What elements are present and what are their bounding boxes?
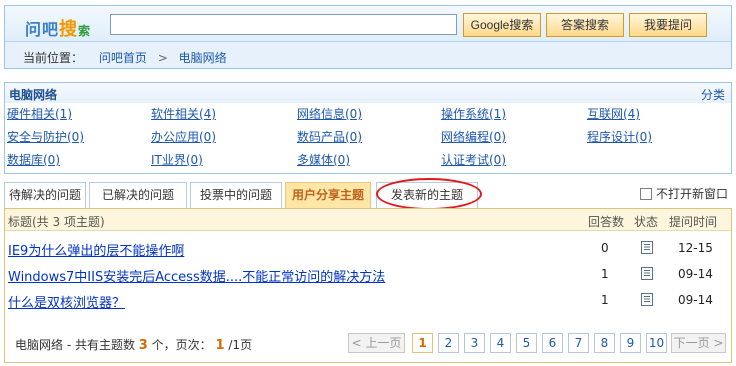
page-number-button[interactable]: 2 xyxy=(438,333,459,353)
page-number-button[interactable]: 6 xyxy=(542,333,563,353)
prev-page-button[interactable]: < 上一页 xyxy=(348,333,405,353)
category-link[interactable]: 硬件相关(1) xyxy=(7,105,72,122)
column-title: 标题(共 3 项主题) xyxy=(8,215,105,229)
reply-count: 1 xyxy=(601,267,609,281)
page-number-button[interactable]: 5 xyxy=(516,333,537,353)
no-new-window-option[interactable]: 不打开新窗口 xyxy=(639,185,728,202)
logo-text-b: 搜 xyxy=(59,19,79,40)
answer-search-button[interactable]: 答案搜索 xyxy=(546,13,624,37)
ask-question-button[interactable]: 我要提问 xyxy=(629,13,707,37)
column-time: 提问时间 xyxy=(669,215,718,229)
question-time: 09-14 xyxy=(678,293,713,307)
topic-list-panel: 标题(共 3 项主题) 回答数 状态 提问时间 电脑网络 - 共有主题数 3 个… xyxy=(4,208,732,363)
tab-1[interactable]: 待解决的问题 xyxy=(4,182,86,208)
document-status-icon[interactable] xyxy=(640,241,654,254)
question-time: 09-14 xyxy=(678,267,713,281)
category-link[interactable]: 安全与防护(0) xyxy=(7,128,84,145)
category-link[interactable]: 程序设计(0) xyxy=(587,128,652,145)
topic-summary: 电脑网络 - 共有主题数 3 个，页次： 1 /1页 xyxy=(15,336,252,353)
table-row: Windows7中IIS安装完后Access数据....不能正常访问的解决方法 1… xyxy=(5,262,731,288)
no-new-window-label: 不打开新窗口 xyxy=(655,187,728,201)
reply-count: 1 xyxy=(601,293,609,307)
no-new-window-checkbox[interactable] xyxy=(639,188,652,200)
category-link[interactable]: 办公应用(0) xyxy=(151,128,216,145)
google-search-button[interactable]: Google搜索 xyxy=(463,13,541,37)
column-status: 状态 xyxy=(634,215,659,229)
next-page-button[interactable]: 下一页 > xyxy=(671,333,726,353)
category-link[interactable]: 互联网(4) xyxy=(587,105,640,122)
category-link[interactable]: 数码产品(0) xyxy=(297,128,362,145)
breadcrumb-current-link[interactable]: 电脑网络 xyxy=(179,51,227,65)
category-link[interactable]: IT业界(0) xyxy=(151,151,203,168)
category-more-link[interactable]: 分类 xyxy=(701,86,725,103)
summary-prefix: 电脑网络 - 共有主题数 xyxy=(15,338,135,352)
table-row: IE9为什么弹出的层不能操作啊 0 12-15 xyxy=(5,236,731,262)
category-link[interactable]: 操作系统(1) xyxy=(441,105,506,122)
logo-text-a: 问吧 xyxy=(25,20,60,39)
page-number-button[interactable]: 9 xyxy=(620,333,641,353)
topic-title-link[interactable]: 什么是双核浏览器？ xyxy=(8,292,125,311)
category-title: 电脑网络 xyxy=(9,88,58,102)
category-link[interactable]: 认证考试(0) xyxy=(441,151,506,168)
breadcrumb: 当前位置： 问吧首页 > 电脑网络 xyxy=(23,49,227,66)
breadcrumb-separator: > xyxy=(157,51,168,65)
tab-new-topic[interactable]: 发表新的主题 xyxy=(376,182,478,208)
header-bar: 问吧搜索 Google搜索 答案搜索 我要提问 xyxy=(5,6,731,42)
category-link[interactable]: 软件相关(4) xyxy=(151,105,216,122)
summary-total: 3 xyxy=(138,338,148,353)
document-status-icon[interactable] xyxy=(640,293,654,306)
reply-count: 0 xyxy=(601,241,609,255)
summary-mid: 个，页次： xyxy=(151,338,212,352)
search-input[interactable] xyxy=(110,14,457,35)
category-link[interactable]: 网络编程(0) xyxy=(441,128,506,145)
category-link[interactable]: 数据库(0) xyxy=(7,151,60,168)
tab-4[interactable]: 用户分享主题 xyxy=(285,182,371,208)
topic-list-header: 标题(共 3 项主题) 回答数 状态 提问时间 xyxy=(5,209,731,231)
page-number-button[interactable]: 3 xyxy=(464,333,485,353)
logo[interactable]: 问吧搜索 xyxy=(25,15,91,41)
page-number-button[interactable]: 7 xyxy=(568,333,589,353)
summary-page: 1 xyxy=(215,338,225,353)
breadcrumb-label: 当前位置： xyxy=(23,51,84,65)
header: 问吧搜索 Google搜索 答案搜索 我要提问 当前位置： 问吧首页 > 电脑网… xyxy=(4,5,732,69)
document-status-icon[interactable] xyxy=(640,267,654,280)
question-time: 12-15 xyxy=(678,241,713,255)
category-link[interactable]: 网络信息(0) xyxy=(297,105,362,122)
logo-text-c: 索 xyxy=(78,24,92,38)
summary-pages: /1页 xyxy=(228,338,253,352)
category-box: 电脑网络 分类 硬件相关(1) 软件相关(4) 网络信息(0) 操作系统(1) 互联网(… xyxy=(4,82,732,174)
page-number-button[interactable]: 1 xyxy=(412,333,433,353)
topic-title-link[interactable]: Windows7中IIS安装完后Access数据....不能正常访问的解决方法 xyxy=(8,266,385,285)
tab-2[interactable]: 已解决的问题 xyxy=(89,182,187,208)
topic-title-link[interactable]: IE9为什么弹出的层不能操作啊 xyxy=(8,240,184,259)
page-number-button[interactable]: 8 xyxy=(594,333,615,353)
breadcrumb-home-link[interactable]: 问吧首页 xyxy=(99,51,147,65)
page-number-button[interactable]: 4 xyxy=(490,333,511,353)
tab-3[interactable]: 投票中的问题 xyxy=(190,182,282,208)
category-link[interactable]: 多媒体(0) xyxy=(297,151,350,168)
column-reply-count: 回答数 xyxy=(588,215,625,229)
table-row: 什么是双核浏览器？ 1 09-14 xyxy=(5,288,731,314)
page-number-button[interactable]: 10 xyxy=(646,333,667,353)
category-header: 电脑网络 分类 xyxy=(5,83,731,103)
topic-tabs: 发表新的主题 用户分享主题 投票中的问题 已解决的问题 待解决的问题 不打开新窗口 xyxy=(4,178,732,210)
